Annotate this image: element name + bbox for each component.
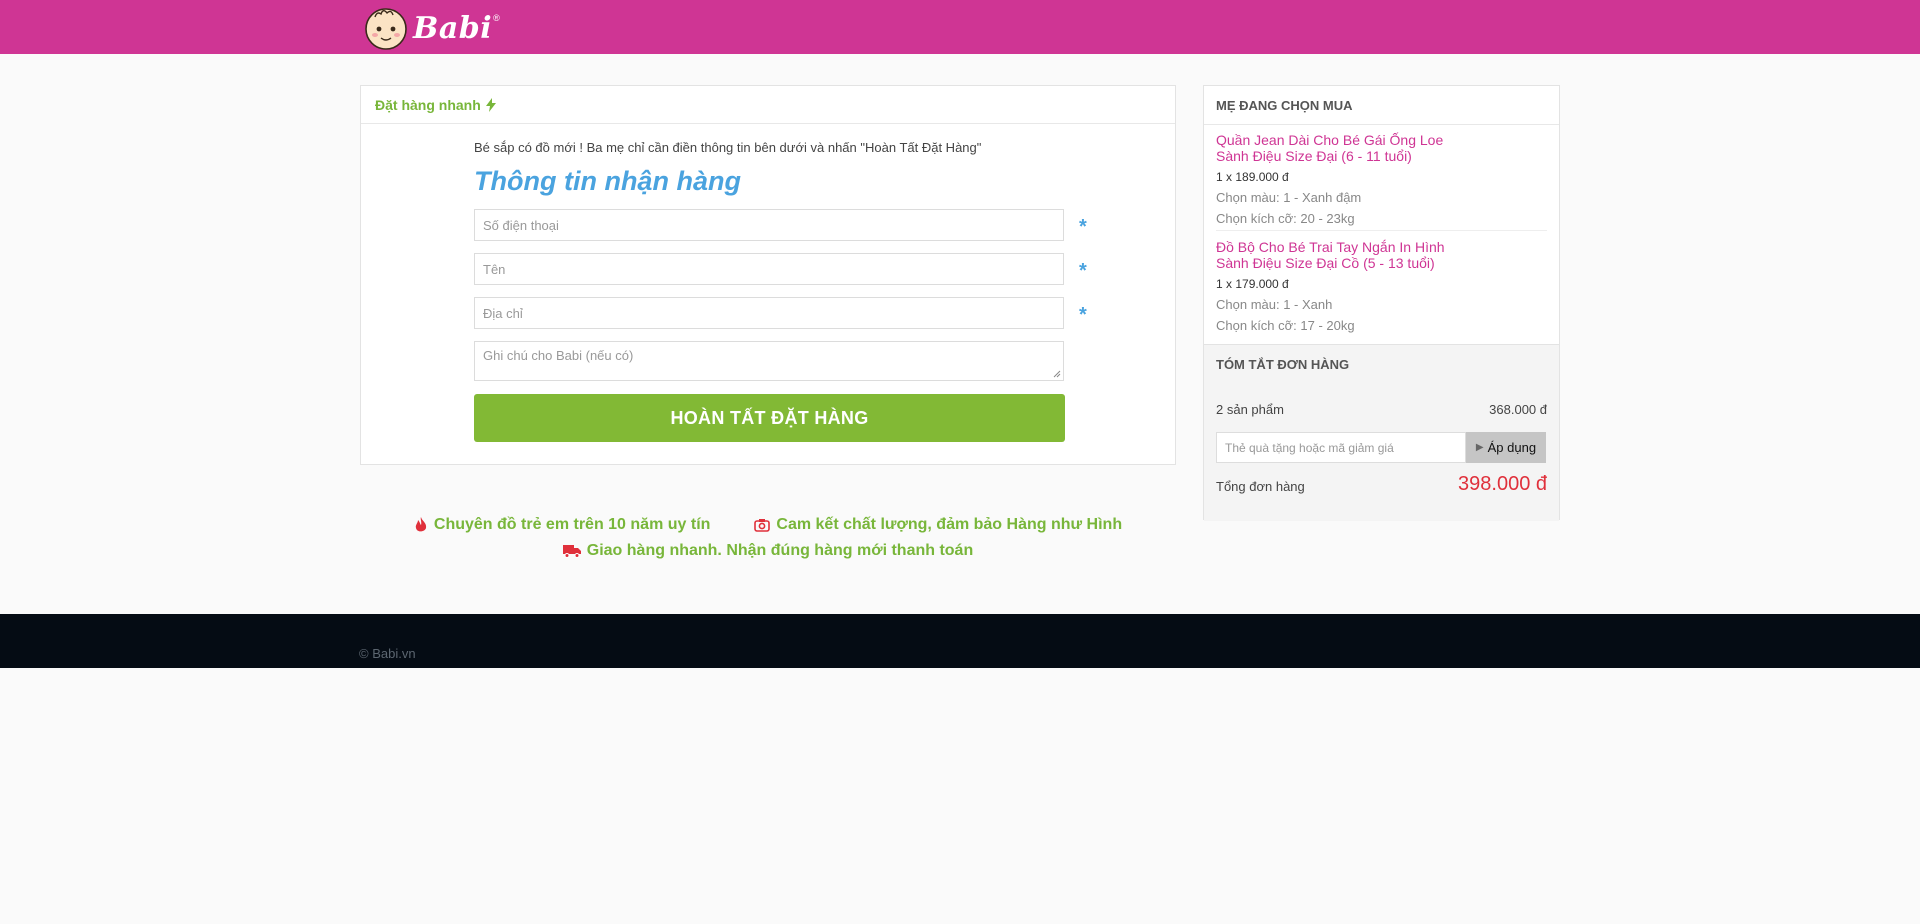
cart-item-qty-price: 1 x 189.000 đ bbox=[1216, 170, 1289, 184]
cart-item-qty-price: 1 x 179.000 đ bbox=[1216, 277, 1289, 291]
intro-text: Bé sắp có đồ mới ! Ba mẹ chỉ cần điền th… bbox=[474, 140, 982, 155]
note-textarea[interactable]: Ghi chú cho Babi (nếu có) bbox=[474, 341, 1064, 381]
copyright-text: © Babi.vn bbox=[359, 646, 416, 661]
apply-label: Áp dụng bbox=[1487, 440, 1537, 455]
quick-order-panel: Đặt hàng nhanh Bé sắp có đồ mới ! Ba mẹ … bbox=[360, 85, 1176, 465]
phone-input[interactable]: Số điện thoại bbox=[474, 209, 1064, 241]
cart-item-name-line: Đồ Bộ Cho Bé Trai Tay Ngắn In Hình bbox=[1216, 239, 1445, 255]
subtotal-value: 368.000 đ bbox=[1489, 402, 1547, 417]
perk-text: Giao hàng nhanh. Nhận đúng hàng mới than… bbox=[586, 542, 974, 559]
cart-item-name-line: Sành Điệu Size Đại Cồ (5 - 13 tuổi) bbox=[1216, 255, 1435, 271]
product-count: 2 sản phẩm bbox=[1216, 402, 1284, 417]
cart-item-name[interactable]: Quần Jean Dài Cho Bé Gái Ống Loe Sành Đi… bbox=[1216, 132, 1547, 164]
address-input[interactable]: Địa chỉ bbox=[474, 297, 1064, 329]
camera-icon bbox=[754, 519, 771, 532]
footer: © Babi.vn bbox=[0, 614, 1920, 668]
truck-icon bbox=[562, 545, 581, 558]
quick-order-title: Đặt hàng nhanh bbox=[375, 96, 481, 113]
coupon-placeholder: Thẻ quà tặng hoặc mã giảm giá bbox=[1225, 440, 1394, 455]
baby-face-icon bbox=[365, 8, 407, 50]
phone-required-mark: * bbox=[1079, 216, 1087, 238]
name-required-mark: * bbox=[1079, 260, 1087, 282]
phone-placeholder: Số điện thoại bbox=[483, 217, 559, 233]
cart-panel: MẸ ĐANG CHỌN MUA Quần Jean Dài Cho Bé Gá… bbox=[1203, 85, 1560, 521]
name-input[interactable]: Tên bbox=[474, 253, 1064, 285]
perk-item: Chuyên đồ trẻ em trên 10 năm uy tín bbox=[414, 516, 711, 534]
logo-text: Babi bbox=[413, 10, 493, 46]
address-required-mark: * bbox=[1079, 304, 1087, 326]
total-value: 398.000 đ bbox=[1458, 473, 1547, 495]
coupon-input[interactable]: Thẻ quà tặng hoặc mã giảm giá bbox=[1216, 432, 1466, 463]
cart-item-name-line: Sành Điệu Size Đại (6 - 11 tuổi) bbox=[1216, 148, 1412, 164]
name-placeholder: Tên bbox=[483, 261, 506, 277]
babi-logo[interactable]: Babi ® bbox=[363, 4, 500, 52]
apply-coupon-button[interactable]: ▶ Áp dụng bbox=[1466, 432, 1546, 463]
cart-item-size: Chọn kích cỡ: 17 - 20kg bbox=[1216, 318, 1355, 333]
summary-title: TÓM TẮT ĐƠN HÀNG bbox=[1216, 357, 1350, 372]
perk-text: Cam kết chất lượng, đảm bảo Hàng như Hìn… bbox=[776, 516, 1123, 533]
top-header-bar: Babi ® bbox=[0, 0, 1920, 54]
complete-order-button[interactable]: HOÀN TẤT ĐẶT HÀNG bbox=[474, 394, 1065, 442]
cart-item-size: Chọn kích cỡ: 20 - 23kg bbox=[1216, 211, 1355, 226]
registered-mark: ® bbox=[493, 13, 500, 23]
cart-item-color: Chọn màu: 1 - Xanh bbox=[1216, 297, 1333, 312]
fire-icon bbox=[415, 517, 427, 532]
perk-text: Chuyên đồ trẻ em trên 10 năm uy tín bbox=[433, 516, 711, 533]
lightning-icon bbox=[485, 97, 496, 112]
cart-title: MẸ ĐANG CHỌN MUA bbox=[1204, 86, 1559, 125]
address-placeholder: Địa chỉ bbox=[483, 305, 523, 321]
cart-item: Đồ Bộ Cho Bé Trai Tay Ngắn In Hình Sành … bbox=[1216, 230, 1547, 333]
resize-handle-icon[interactable] bbox=[1053, 370, 1061, 378]
play-triangle-icon: ▶ bbox=[1475, 442, 1484, 453]
perks-section: Chuyên đồ trẻ em trên 10 năm uy tín Cam … bbox=[360, 512, 1176, 564]
cart-item: Quần Jean Dài Cho Bé Gái Ống Loe Sành Đi… bbox=[1204, 125, 1559, 226]
total-label: Tổng đơn hàng bbox=[1216, 479, 1305, 494]
order-summary: TÓM TẮT ĐƠN HÀNG 2 sản phẩm 368.000 đ Th… bbox=[1204, 344, 1559, 521]
cart-item-name-line: Quần Jean Dài Cho Bé Gái Ống Loe bbox=[1216, 132, 1444, 148]
cart-item-color: Chọn màu: 1 - Xanh đậm bbox=[1216, 190, 1362, 205]
perk-item: Giao hàng nhanh. Nhận đúng hàng mới than… bbox=[562, 542, 974, 560]
note-placeholder: Ghi chú cho Babi (nếu có) bbox=[483, 348, 634, 363]
perk-item: Cam kết chất lượng, đảm bảo Hàng như Hìn… bbox=[754, 516, 1122, 534]
cart-item-name[interactable]: Đồ Bộ Cho Bé Trai Tay Ngắn In Hình Sành … bbox=[1216, 239, 1547, 271]
form-title: Thông tin nhận hàng bbox=[474, 166, 741, 196]
quick-order-header: Đặt hàng nhanh bbox=[361, 86, 1175, 124]
